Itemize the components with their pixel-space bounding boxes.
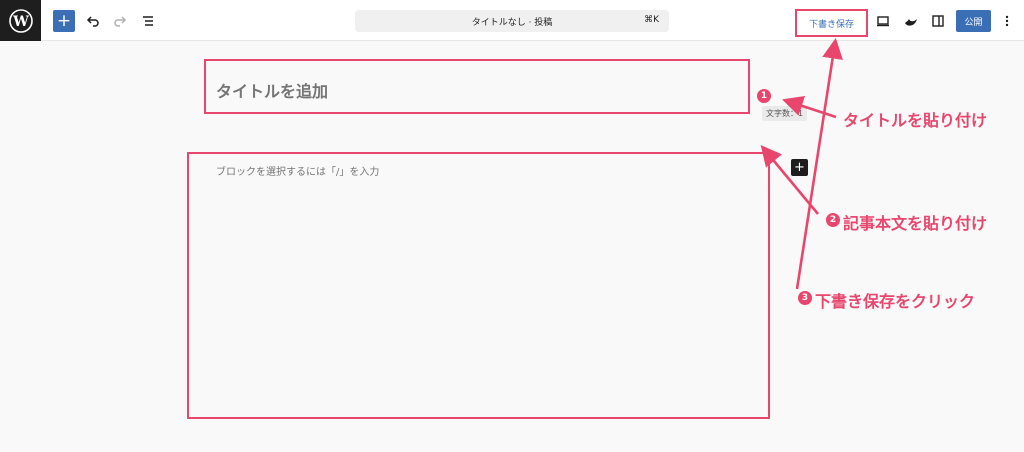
step1-badge: 1 <box>757 89 771 103</box>
step1-label: タイトルを貼り付け <box>843 111 988 130</box>
step3-badge: 3 <box>798 291 812 305</box>
arrow-to-title <box>782 95 837 119</box>
step3-label: 下書き保存をクリック <box>815 292 976 311</box>
step2-badge: 2 <box>826 213 840 227</box>
step2-label: 記事本文を貼り付け <box>843 214 988 233</box>
arrow-to-save-draft <box>795 37 843 290</box>
